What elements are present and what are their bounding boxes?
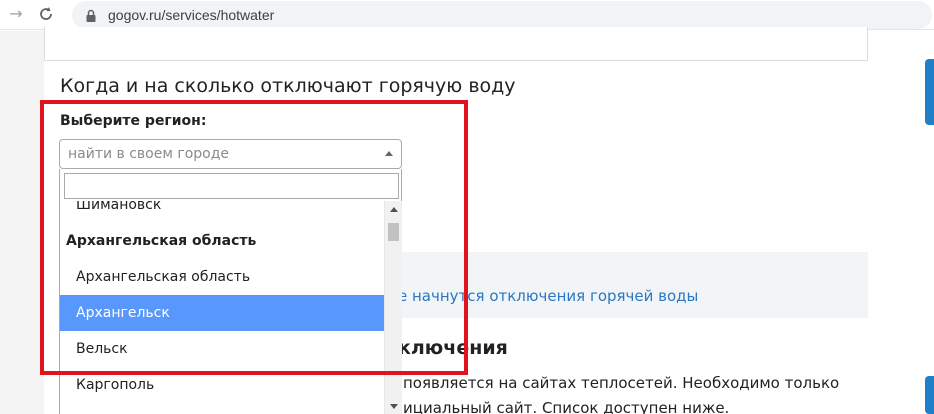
top-content-box bbox=[44, 27, 868, 61]
dropdown-option[interactable]: Шимановск bbox=[60, 201, 384, 223]
dropdown-option[interactable]: Каргополь bbox=[60, 367, 384, 403]
info-panel bbox=[402, 252, 868, 318]
region-select[interactable]: найти в своем городе bbox=[59, 139, 402, 169]
left-rail bbox=[0, 31, 44, 414]
paragraph-line: появляется на сайтах теплосетей. Необход… bbox=[403, 374, 840, 392]
scroll-up-icon[interactable] bbox=[390, 207, 398, 212]
dropdown-option[interactable]: Вельск bbox=[60, 331, 384, 367]
side-tab-bottom[interactable] bbox=[925, 376, 934, 414]
url-text: gogov.ru/services/hotwater bbox=[108, 7, 275, 23]
dropdown-group-header: Архангельская область bbox=[66, 233, 257, 249]
back-arrow-icon[interactable]: → bbox=[6, 4, 26, 24]
dropdown-scrollbar[interactable] bbox=[384, 201, 402, 414]
page-content: Когда и на сколько отключают горячую вод… bbox=[0, 27, 934, 414]
address-bar[interactable]: gogov.ru/services/hotwater bbox=[72, 1, 932, 29]
outage-start-link[interactable]: е начнутся отключения горячей воды bbox=[398, 287, 698, 305]
paragraph-line: ициальный сайт. Список доступен ниже. bbox=[403, 399, 730, 414]
reload-icon[interactable] bbox=[36, 4, 56, 24]
dropdown-list[interactable]: Шимановск Архангельская область Архангел… bbox=[60, 201, 384, 414]
dropdown-search-input[interactable] bbox=[64, 173, 399, 199]
side-tab-top[interactable] bbox=[925, 59, 934, 125]
caret-up-icon[interactable] bbox=[385, 151, 393, 156]
scroll-down-icon[interactable] bbox=[390, 404, 398, 409]
dropdown-option[interactable]: Архангельская область bbox=[60, 259, 384, 295]
scrollbar-thumb[interactable] bbox=[388, 223, 399, 241]
section-title: Когда и на сколько отключают горячую вод… bbox=[60, 75, 516, 97]
section-heading: ключения bbox=[398, 337, 508, 359]
region-label: Выберите регион: bbox=[60, 113, 207, 129]
lock-icon bbox=[84, 8, 98, 22]
region-dropdown: Шимановск Архангельская область Архангел… bbox=[59, 169, 402, 414]
select-placeholder: найти в своем городе bbox=[68, 146, 230, 162]
dropdown-option-selected[interactable]: Архангельск bbox=[60, 295, 384, 331]
browser-toolbar: → gogov.ru/services/hotwater bbox=[0, 0, 934, 30]
